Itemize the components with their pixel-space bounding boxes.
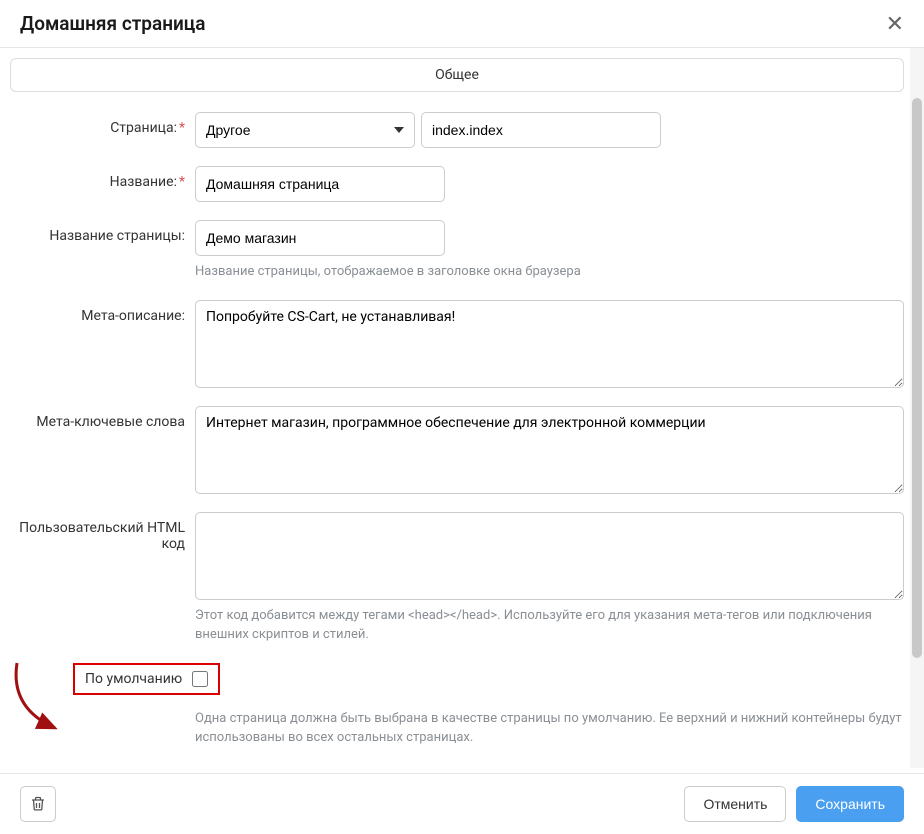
- row-meta-keywords: Мета-ключевые слова: [10, 406, 904, 494]
- required-marker: *: [179, 174, 185, 190]
- label-page: Страница:*: [10, 112, 195, 148]
- meta-description-textarea[interactable]: [195, 300, 904, 388]
- label-custom-html: Пользовательский HTML код: [10, 512, 195, 645]
- meta-keywords-textarea[interactable]: [195, 406, 904, 494]
- scrollbar-track[interactable]: [910, 48, 924, 768]
- tab-label: Общее: [435, 67, 479, 83]
- page-title-input[interactable]: [195, 220, 445, 256]
- modal-title: Домашняя страница: [20, 12, 206, 35]
- label-page-title: Название страницы:: [10, 220, 195, 282]
- save-button[interactable]: Сохранить: [796, 786, 904, 822]
- dispatch-input[interactable]: [421, 112, 661, 148]
- custom-html-help: Этот код добавится между тегами <head></…: [195, 606, 904, 645]
- close-button[interactable]: ✕: [886, 13, 904, 35]
- tab-general[interactable]: Общее: [10, 58, 904, 92]
- page-select[interactable]: Другое: [195, 112, 415, 148]
- row-custom-html: Пользовательский HTML код Этот код добав…: [10, 512, 904, 645]
- default-checkbox[interactable]: [192, 671, 208, 687]
- label-meta-description: Мета-описание:: [10, 300, 195, 388]
- name-input[interactable]: [195, 166, 445, 202]
- label-name: Название:*: [10, 166, 195, 202]
- scrollbar-thumb[interactable]: [912, 98, 922, 658]
- close-icon: ✕: [886, 11, 904, 36]
- row-default-help: Одна страница должна быть выбрана в каче…: [10, 703, 904, 748]
- delete-button[interactable]: [20, 786, 56, 822]
- label-default: По умолчанию: [85, 671, 182, 687]
- modal-footer: Отменить Сохранить: [0, 773, 924, 834]
- required-marker: *: [179, 120, 185, 136]
- page-title-help: Название страницы, отображаемое в заголо…: [195, 262, 904, 282]
- label-meta-keywords: Мета-ключевые слова: [10, 406, 195, 494]
- custom-html-textarea[interactable]: [195, 512, 904, 600]
- row-default: По умолчанию: [10, 663, 904, 695]
- trash-icon: [30, 796, 46, 812]
- modal-body: Общее Страница:* Другое Название:* Назва…: [0, 48, 924, 768]
- modal-header: Домашняя страница ✕: [0, 0, 924, 48]
- default-help: Одна страница должна быть выбрана в каче…: [195, 709, 904, 748]
- row-name: Название:*: [10, 166, 904, 202]
- row-page: Страница:* Другое: [10, 112, 904, 148]
- row-page-title: Название страницы: Название страницы, от…: [10, 220, 904, 282]
- default-highlight-box: По умолчанию: [73, 663, 220, 695]
- row-meta-description: Мета-описание:: [10, 300, 904, 388]
- cancel-button[interactable]: Отменить: [684, 786, 786, 822]
